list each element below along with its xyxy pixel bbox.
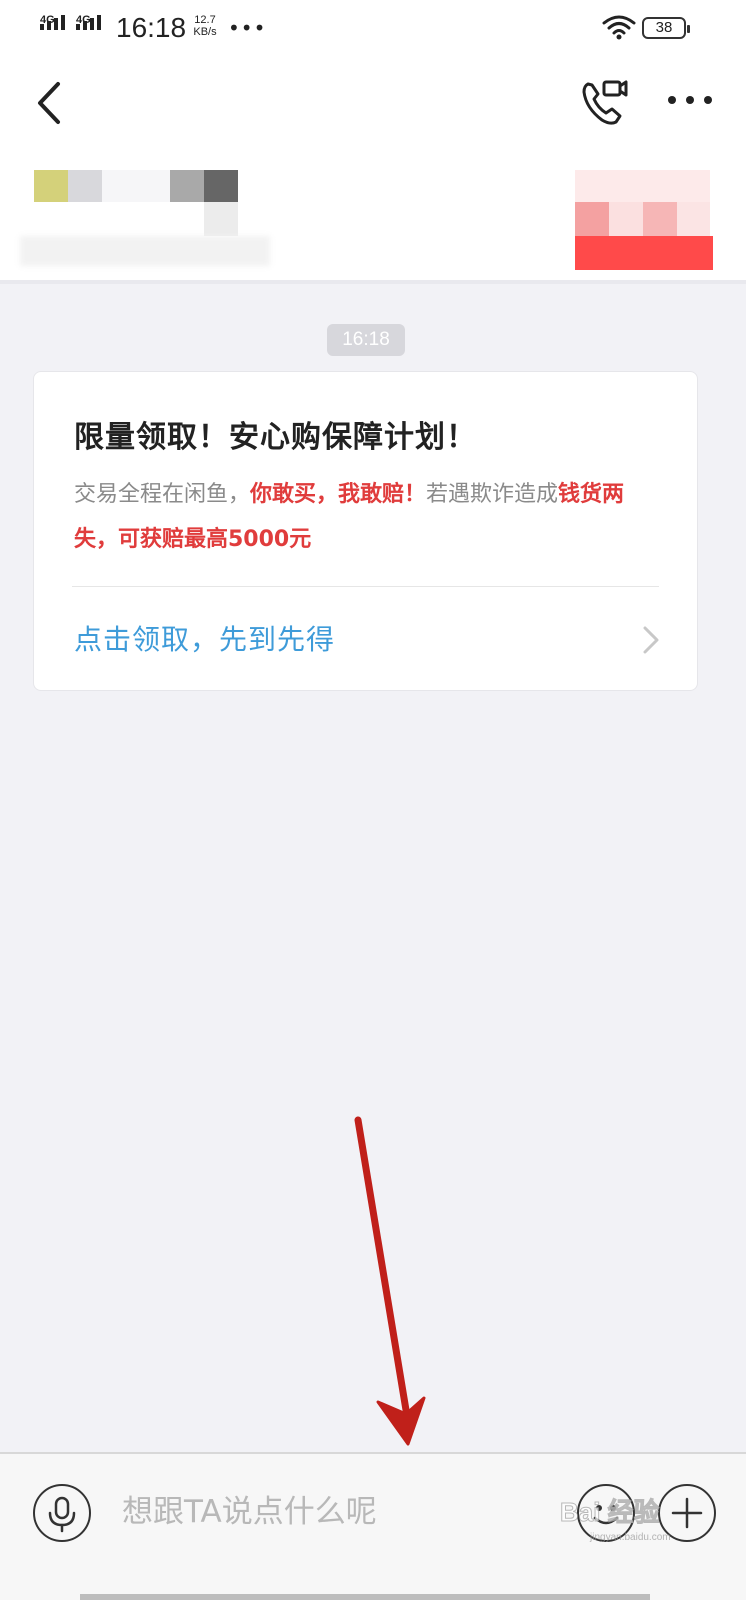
baidu-watermark-url: jingyan.baidu.com <box>590 1532 671 1543</box>
wifi-icon <box>602 15 636 40</box>
baidu-watermark: Bai 经验 <box>560 1497 661 1528</box>
microphone-icon[interactable] <box>33 1484 91 1542</box>
promo-body-highlight: 你敢买，我敢赔！ <box>250 482 427 507</box>
promo-title: 限量领取！安心购保障计划！ <box>74 420 477 455</box>
status-bar: 4G 4G 16:18 12.7 KB/s ••• 38 <box>0 0 746 58</box>
product-action-button[interactable] <box>575 236 713 270</box>
phone-video-icon[interactable] <box>578 76 630 128</box>
contact-name <box>250 82 496 118</box>
home-indicator <box>80 1594 650 1600</box>
signal-2: 4G <box>76 14 110 42</box>
status-overflow: ••• <box>228 16 267 40</box>
chevron-left-icon[interactable] <box>30 78 70 128</box>
input-bar: Bai 经验 jingyan.baidu.com <box>0 1452 746 1600</box>
signal-1: 4G <box>40 14 74 42</box>
claim-link[interactable]: 点击领取，先到先得 <box>74 618 335 658</box>
battery-icon: 38 <box>642 17 690 39</box>
promo-body-text: 若遇欺诈造成 <box>426 482 559 507</box>
chevron-right-icon[interactable] <box>640 624 662 656</box>
speed-value: 12.7 <box>194 14 216 26</box>
message-input[interactable] <box>112 1480 552 1544</box>
promo-body-text: 交易全程在闲鱼， <box>74 482 251 507</box>
status-time: 16:18 <box>116 12 187 43</box>
speed-unit: KB/s <box>193 26 217 38</box>
chat-header <box>0 58 746 148</box>
annotation-arrow-icon <box>354 1116 426 1446</box>
battery-level: 38 <box>655 19 673 36</box>
chat-screen: 4G 4G 16:18 12.7 KB/s ••• 38 16:18 限量领取！… <box>0 0 746 1600</box>
message-timestamp: 16:18 <box>327 324 405 356</box>
product-thumbnail <box>34 170 68 202</box>
network-speed: 12.7 KB/s <box>190 14 220 38</box>
promo-card: 限量领取！安心购保障计划！ 交易全程在闲鱼，你敢买，我敢赔！若遇欺诈造成钱货两失… <box>33 371 698 691</box>
more-horizontal-icon[interactable] <box>664 84 716 114</box>
divider <box>72 586 659 587</box>
product-bar[interactable] <box>0 148 746 284</box>
promo-body: 交易全程在闲鱼，你敢买，我敢赔！若遇欺诈造成钱货两失，可获赔最高5000元 <box>74 472 666 562</box>
